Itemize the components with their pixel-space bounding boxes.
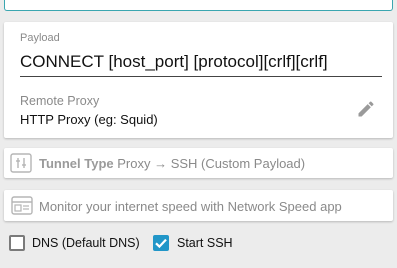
app-screen: Payload CONNECT [host_port] [protocol][c…	[0, 0, 397, 268]
payload-card: Payload CONNECT [host_port] [protocol][c…	[4, 22, 393, 138]
tunnel-settings-icon	[10, 153, 32, 173]
remote-proxy-value[interactable]: HTTP Proxy (eg: Squid)	[20, 112, 158, 127]
dns-checkbox-label[interactable]: DNS (Default DNS)	[32, 236, 140, 250]
dns-checkbox[interactable]	[9, 235, 25, 251]
network-speed-promo-text: Monitor your internet speed with Network…	[39, 199, 342, 214]
payload-input-underline	[20, 76, 382, 77]
app-window-icon	[11, 196, 33, 215]
checkmark-icon	[155, 238, 167, 249]
start-ssh-label[interactable]: Start SSH	[177, 236, 233, 250]
edit-proxy-button[interactable]	[353, 97, 379, 121]
network-speed-promo[interactable]: Monitor your internet speed with Network…	[4, 190, 393, 221]
tunnel-type-key: Tunnel Type	[39, 156, 114, 171]
options-row: DNS (Default DNS) Start SSH	[0, 232, 397, 256]
start-ssh-checkbox[interactable]	[153, 235, 169, 251]
tunnel-type-card[interactable]: Tunnel Type Proxy → SSH (Custom Payload)	[4, 148, 393, 178]
payload-input[interactable]: CONNECT [host_port] [protocol][crlf][crl…	[20, 52, 382, 72]
tunnel-type-text: Tunnel Type Proxy → SSH (Custom Payload)	[39, 156, 305, 171]
tunnel-type-value: Proxy → SSH (Custom Payload)	[117, 156, 306, 171]
previous-input-card[interactable]	[4, 0, 393, 11]
pencil-icon	[358, 101, 374, 117]
remote-proxy-label: Remote Proxy	[20, 94, 100, 108]
payload-label: Payload	[20, 32, 60, 44]
